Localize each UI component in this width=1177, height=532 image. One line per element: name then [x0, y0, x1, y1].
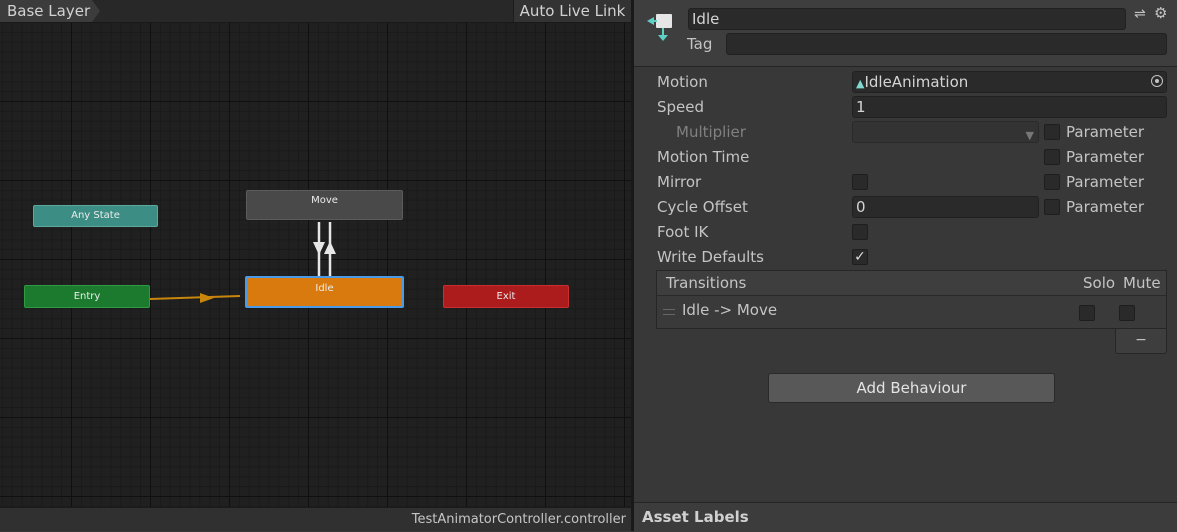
- write-defaults-checkbox[interactable]: ✓: [852, 249, 868, 265]
- gear-icon[interactable]: ⚙: [1154, 4, 1167, 22]
- mirror-parameter-label: Parameter: [1066, 173, 1145, 191]
- solo-column-label: Solo: [1083, 274, 1116, 292]
- motion-object-field[interactable]: ▲IdleAnimation: [852, 71, 1167, 93]
- preset-icon[interactable]: ⇌: [1134, 6, 1146, 22]
- transitions-title: Transitions: [666, 274, 747, 292]
- checkmark-icon: ✓: [854, 249, 866, 265]
- mirror-parameter-checkbox[interactable]: [1044, 174, 1060, 190]
- entry-to-idle-arrowhead: [200, 293, 214, 303]
- inspector-panel: ⇌ ⚙ Tag Motion ▲IdleAnimation Speed 1 Mu…: [634, 0, 1177, 532]
- multiplier-parameter-checkbox[interactable]: [1044, 124, 1060, 140]
- motion-label: Motion: [657, 73, 708, 91]
- cycle-offset-label: Cycle Offset: [657, 198, 748, 216]
- entry-to-idle-transition[interactable]: [149, 295, 241, 300]
- idle-to-move-arrowhead: [324, 241, 336, 254]
- mirror-label: Mirror: [657, 173, 702, 191]
- object-picker-icon[interactable]: [1151, 75, 1163, 87]
- foot-ik-label: Foot IK: [657, 223, 709, 241]
- drag-handle-icon[interactable]: [663, 309, 675, 315]
- cycle-offset-parameter-checkbox[interactable]: [1044, 199, 1060, 215]
- add-behaviour-button[interactable]: Add Behaviour: [768, 373, 1055, 403]
- transition-label: Idle -> Move: [682, 301, 778, 319]
- list-item[interactable]: Idle -> Move: [657, 295, 1166, 328]
- state-name-input[interactable]: [688, 8, 1126, 30]
- multiplier-label: Multiplier: [676, 123, 746, 141]
- tag-label: Tag: [687, 35, 713, 53]
- solo-checkbox[interactable]: [1079, 305, 1095, 321]
- inspector-header: ⇌ ⚙ Tag: [634, 0, 1177, 67]
- cycle-offset-parameter-label: Parameter: [1066, 198, 1145, 216]
- cycle-offset-input[interactable]: 0: [852, 196, 1039, 218]
- move-to-idle-arrowhead: [313, 242, 325, 255]
- exit-node[interactable]: Exit: [443, 285, 569, 308]
- foot-ik-checkbox[interactable]: [852, 224, 868, 240]
- mirror-checkbox[interactable]: [852, 174, 868, 190]
- asset-labels-bar[interactable]: Asset Labels: [634, 502, 1177, 532]
- motion-value: IdleAnimation: [864, 73, 969, 91]
- chevron-down-icon: ▼: [1025, 129, 1034, 142]
- move-state-node[interactable]: Move: [246, 190, 403, 220]
- motion-time-label: Motion Time: [657, 148, 750, 166]
- mute-checkbox[interactable]: [1119, 305, 1135, 321]
- motion-time-parameter-checkbox[interactable]: [1044, 149, 1060, 165]
- transition-arrows: [149, 222, 336, 303]
- transitions-list: Transitions Solo Mute Idle -> Move: [656, 270, 1167, 329]
- any-state-node[interactable]: Any State: [33, 205, 158, 227]
- animator-state-icon: [647, 14, 672, 41]
- asset-labels-title: Asset Labels: [642, 508, 749, 526]
- tag-input[interactable]: [726, 33, 1167, 55]
- graph-footer: TestAnimatorController.controller: [0, 507, 631, 531]
- idle-state-node[interactable]: Idle: [245, 276, 404, 308]
- mute-column-label: Mute: [1123, 274, 1161, 292]
- speed-label: Speed: [657, 98, 705, 116]
- write-defaults-label: Write Defaults: [657, 248, 764, 266]
- motion-time-parameter-label: Parameter: [1066, 148, 1145, 166]
- animator-graph[interactable]: Base Layer Auto Live Link Any State Entr…: [0, 0, 631, 531]
- multiplier-parameter-label: Parameter: [1066, 123, 1145, 141]
- remove-transition-button[interactable]: −: [1115, 329, 1167, 354]
- entry-node[interactable]: Entry: [24, 285, 150, 308]
- transitions-header: Transitions Solo Mute: [657, 271, 1166, 296]
- multiplier-dropdown[interactable]: ▼: [852, 121, 1039, 143]
- controller-file-name: TestAnimatorController.controller: [411, 512, 626, 527]
- speed-input[interactable]: 1: [852, 96, 1167, 118]
